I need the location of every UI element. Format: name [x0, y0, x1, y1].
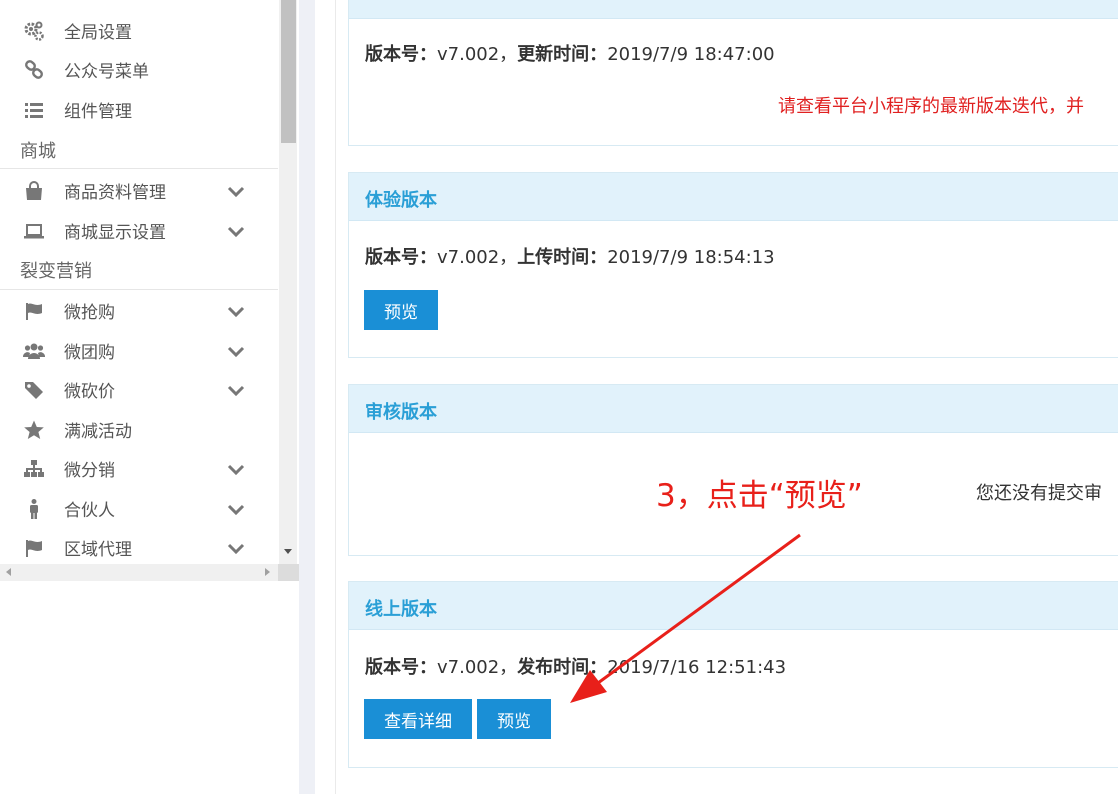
- star-icon: [22, 418, 46, 442]
- section-divider: [0, 289, 278, 290]
- sidebar-item-flash-sale[interactable]: 微抢购: [0, 291, 278, 330]
- iteration-note: 请查看平台小程序的最新版本迭代，并: [778, 96, 1084, 117]
- vertical-scroll-thumb[interactable]: [281, 0, 296, 143]
- flag-icon: [22, 536, 46, 560]
- chevron-down-icon: [227, 385, 245, 396]
- trial-preview-button[interactable]: 预览: [364, 290, 438, 330]
- chevron-down-icon: [227, 346, 245, 357]
- scroll-right-arrow-icon[interactable]: [262, 567, 272, 577]
- sidebar-item-group-buy[interactable]: 微团购: [0, 331, 278, 370]
- section-divider: [0, 168, 278, 169]
- version-info: 版本号：v7.002，上传时间：2019/7/9 18:54:13: [365, 247, 775, 268]
- sidebar-item-partner[interactable]: 合伙人: [0, 489, 278, 528]
- section-title-mall: 商城: [20, 141, 56, 162]
- flag-icon: [22, 299, 46, 323]
- chevron-down-icon: [227, 306, 245, 317]
- sidebar-item-label: 微团购: [64, 343, 115, 363]
- sidebar-item-label: 商城显示设置: [64, 223, 166, 243]
- link-icon: [22, 58, 46, 82]
- shopping-bag-icon: [22, 179, 46, 203]
- sidebar-item-label: 满减活动: [64, 422, 132, 442]
- sidebar-item-components[interactable]: 组件管理: [0, 90, 278, 129]
- sidebar-item-global-settings[interactable]: 全局设置: [0, 11, 278, 50]
- sidebar: 全局设置 公众号菜单 组件管理 商城 商品资料管理 商城显示设置 裂变营销 微抢…: [0, 0, 278, 564]
- sidebar-item-regional-agent[interactable]: 区域代理: [0, 528, 278, 564]
- sidebar-item-label: 商品资料管理: [64, 183, 166, 203]
- review-empty-note: 您还没有提交审: [976, 483, 1102, 504]
- panel-title: 体验版本: [365, 190, 437, 211]
- sidebar-item-label: 微分销: [64, 461, 115, 481]
- sidebar-item-label: 全局设置: [64, 23, 132, 43]
- annotation-text: 3，点击“预览”: [656, 478, 863, 514]
- sidebar-item-distribution[interactable]: 微分销: [0, 449, 278, 488]
- panel-title: 线上版本: [365, 599, 437, 620]
- version-info: 版本号：v7.002，发布时间：2019/7/16 12:51:43: [365, 657, 787, 678]
- sidebar-item-label: 合伙人: [64, 501, 115, 521]
- list-icon: [22, 98, 46, 122]
- chevron-down-icon: [227, 543, 245, 554]
- panel-header: 线上版本: [349, 582, 1118, 630]
- scrollbar-corner: [278, 564, 299, 581]
- content-gutter: [299, 0, 315, 794]
- section-title-viral-marketing: 裂变营销: [20, 261, 92, 282]
- content-margin: [315, 0, 336, 794]
- sidebar-item-label: 区域代理: [64, 540, 132, 560]
- sidebar-item-label: 组件管理: [64, 102, 132, 122]
- scroll-left-arrow-icon[interactable]: [4, 567, 14, 577]
- sidebar-item-label: 微砍价: [64, 382, 115, 402]
- online-preview-button[interactable]: 预览: [477, 699, 551, 739]
- sidebar-item-mall-display[interactable]: 商城显示设置: [0, 211, 278, 250]
- gears-icon: [22, 19, 46, 43]
- laptop-icon: [22, 219, 46, 243]
- chevron-down-icon: [227, 464, 245, 475]
- panel-title: 审核版本: [365, 402, 437, 423]
- chevron-down-icon: [227, 504, 245, 515]
- sidebar-item-official-menu[interactable]: 公众号菜单: [0, 50, 278, 89]
- panel-audit-prev: 版本号：v7.002，更新时间：2019/7/9 18:47:00 请查看平台小…: [348, 0, 1118, 146]
- sitemap-icon: [22, 457, 46, 481]
- sidebar-item-label: 公众号菜单: [64, 62, 149, 82]
- horizontal-scrollbar[interactable]: [0, 564, 278, 581]
- sidebar-item-discount[interactable]: 满减活动: [0, 410, 278, 449]
- panel-header: 审核版本: [349, 385, 1118, 433]
- panel-trial-version: 体验版本 版本号：v7.002，上传时间：2019/7/9 18:54:13 预…: [348, 172, 1118, 358]
- sidebar-item-label: 微抢购: [64, 303, 115, 323]
- sidebar-item-goods[interactable]: 商品资料管理: [0, 171, 278, 210]
- scroll-down-arrow-icon[interactable]: [279, 542, 297, 560]
- version-info: 版本号：v7.002，更新时间：2019/7/9 18:47:00: [365, 44, 775, 65]
- chevron-down-icon: [227, 186, 245, 197]
- panel-header: [349, 0, 1118, 19]
- sidebar-item-bargain[interactable]: 微砍价: [0, 370, 278, 409]
- users-icon: [22, 339, 46, 363]
- person-icon: [22, 497, 46, 521]
- panel-header: 体验版本: [349, 173, 1118, 221]
- view-details-button[interactable]: 查看详细: [364, 699, 472, 739]
- chevron-down-icon: [227, 226, 245, 237]
- tag-icon: [22, 378, 46, 402]
- panel-online-version: 线上版本 版本号：v7.002，发布时间：2019/7/16 12:51:43 …: [348, 581, 1118, 768]
